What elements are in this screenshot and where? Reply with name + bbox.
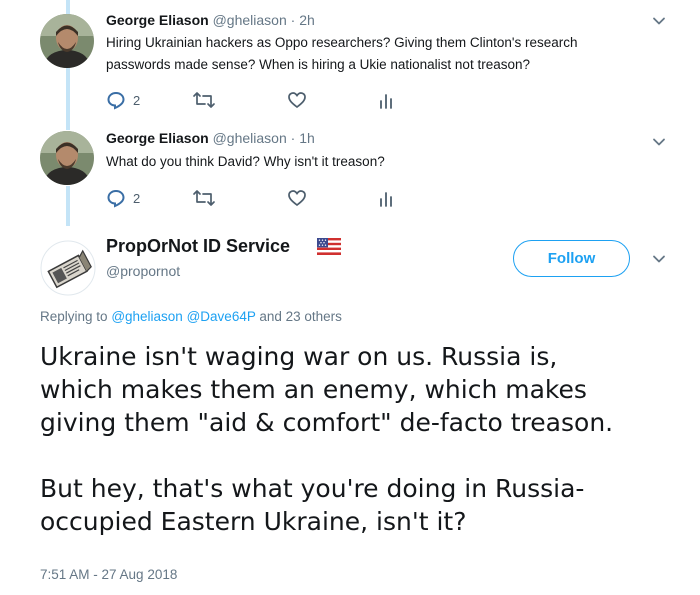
replying-prefix: Replying to <box>40 309 108 324</box>
thread-line-middle <box>66 68 70 130</box>
tweet-text-line: Ukraine isn't waging war on us. Russia i… <box>40 342 558 371</box>
thread-line-top <box>66 0 70 14</box>
analytics-button[interactable] <box>378 188 394 208</box>
heart-icon <box>287 188 307 208</box>
author-handle[interactable]: @gheliason <box>213 130 287 146</box>
heart-icon <box>287 90 307 110</box>
tweet-text-line: which makes them an enemy, which makes <box>40 375 587 404</box>
tweet-text-line: But hey, that's what you're doing in Rus… <box>40 474 585 503</box>
tweet-text: Ukraine isn't waging war on us. Russia i… <box>40 340 695 538</box>
tweet-text: What do you think David? Why isn't it tr… <box>106 151 385 173</box>
separator: · <box>290 130 296 146</box>
analytics-icon <box>378 90 394 110</box>
tweet-time[interactable]: 2h <box>299 12 315 28</box>
reply-icon <box>106 188 126 208</box>
reply-header: George Eliason @gheliason · 2h <box>106 12 315 28</box>
chevron-down-icon[interactable] <box>650 250 668 268</box>
retweet-icon <box>192 90 216 110</box>
tweet-text-line: giving them "aid & comfort" de-facto tre… <box>40 408 614 437</box>
chevron-down-icon[interactable] <box>650 12 668 30</box>
follow-button[interactable]: Follow <box>513 240 630 277</box>
tweet-time[interactable]: 1h <box>299 130 315 146</box>
thread-line-bottom <box>66 186 70 226</box>
reply-button[interactable]: 2 <box>106 90 140 110</box>
reply-count: 2 <box>133 92 141 108</box>
like-button[interactable] <box>287 188 307 208</box>
analytics-icon <box>378 188 394 208</box>
analytics-button[interactable] <box>378 90 394 110</box>
author-handle[interactable]: @gheliason <box>213 12 287 28</box>
reply-icon <box>106 90 126 110</box>
tweet-text-line: passwords made sense? When is hiring a U… <box>106 57 530 72</box>
chevron-down-icon[interactable] <box>650 133 668 151</box>
like-button[interactable] <box>287 90 307 110</box>
tweet-text-line: What do you think David? Why isn't it tr… <box>106 154 385 169</box>
mention-link[interactable]: @gheliason <box>111 309 183 324</box>
tweet-text: Hiring Ukrainian hackers as Oppo researc… <box>106 32 578 76</box>
author-handle[interactable]: @propornot <box>106 263 180 279</box>
author-name[interactable]: PropOrNot ID Service <box>106 236 290 257</box>
retweet-icon <box>192 188 216 208</box>
separator: · <box>290 12 296 28</box>
tweet-timestamp[interactable]: 7:51 AM - 27 Aug 2018 <box>40 567 177 582</box>
replying-others[interactable]: and 23 others <box>259 309 342 324</box>
tweet-text-line: occupied Eastern Ukraine, isn't it? <box>40 507 467 536</box>
tweet-text-line: Hiring Ukrainian hackers as Oppo researc… <box>106 35 578 50</box>
avatar[interactable] <box>40 131 94 185</box>
replying-to: Replying to @gheliason @Dave64P and 23 o… <box>40 309 342 324</box>
mention-link[interactable]: @Dave64P <box>187 309 256 324</box>
reply-header: George Eliason @gheliason · 1h <box>106 130 315 146</box>
author-name[interactable]: George Eliason <box>106 12 209 28</box>
author-name[interactable]: George Eliason <box>106 130 209 146</box>
retweet-button[interactable] <box>192 90 216 110</box>
us-flag-icon <box>317 238 341 260</box>
retweet-button[interactable] <box>192 188 216 208</box>
avatar[interactable] <box>40 14 94 68</box>
avatar[interactable] <box>40 240 96 296</box>
reply-count: 2 <box>133 190 141 206</box>
reply-button[interactable]: 2 <box>106 188 140 208</box>
